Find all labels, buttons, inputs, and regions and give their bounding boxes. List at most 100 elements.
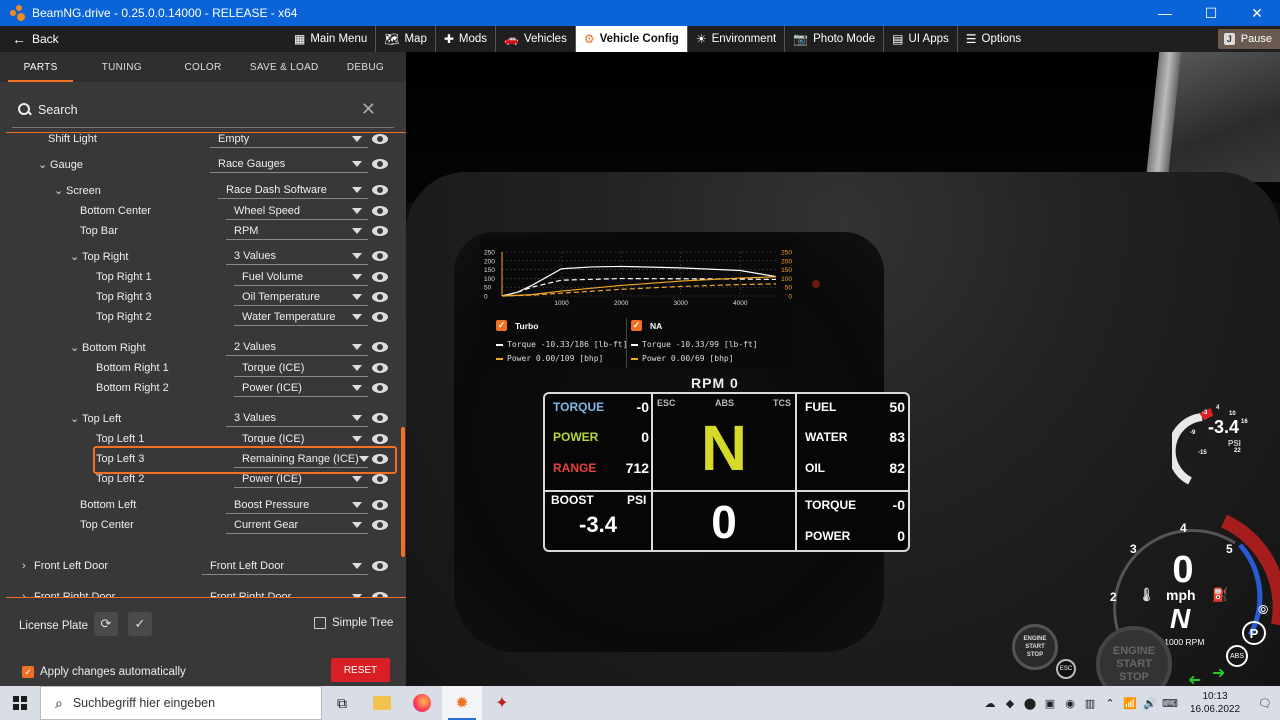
simple-tree-toggle[interactable]: Simple Tree bbox=[314, 617, 393, 629]
part-select[interactable]: Power (ICE) bbox=[234, 470, 368, 488]
part-select[interactable]: Oil Temperature bbox=[234, 288, 368, 306]
turbo-checkbox[interactable]: ✓ bbox=[496, 320, 507, 331]
chevron-down-icon[interactable]: ⌄ bbox=[54, 184, 66, 197]
nav-map[interactable]: 🗺 Map bbox=[376, 26, 436, 52]
notifications-icon[interactable]: 🗨 bbox=[1250, 686, 1280, 720]
confirm-plate-button[interactable]: ✓ bbox=[128, 612, 152, 636]
visibility-eye-icon[interactable] bbox=[372, 272, 388, 282]
tree-row[interactable]: ⌄ Top Left 3 Values bbox=[6, 408, 396, 428]
apply-auto-toggle[interactable]: ✓ Apply changes automatically bbox=[22, 666, 186, 678]
visibility-eye-icon[interactable] bbox=[372, 561, 388, 571]
visibility-eye-icon[interactable] bbox=[372, 363, 388, 373]
back-button[interactable]: ← Back bbox=[12, 31, 59, 47]
chevron-down-icon[interactable]: ⌄ bbox=[70, 412, 82, 425]
nav-vehicles[interactable]: 🚗 Vehicles bbox=[496, 26, 576, 52]
nav-environment[interactable]: ☀ Environment bbox=[688, 26, 786, 52]
tree-row[interactable]: Top Right 2 Water Temperature bbox=[6, 307, 396, 327]
na-checkbox[interactable]: ✓ bbox=[631, 320, 642, 331]
part-select[interactable]: Power (ICE) bbox=[234, 379, 368, 397]
tree-row[interactable]: Top Right 3 Oil Temperature bbox=[6, 287, 396, 307]
tab-tuning[interactable]: TUNING bbox=[81, 52, 162, 82]
tree-row[interactable]: Bottom Center Wheel Speed bbox=[6, 201, 396, 221]
taskbar-search-input[interactable] bbox=[72, 696, 293, 710]
search-input[interactable] bbox=[38, 102, 361, 117]
show-hidden-icons[interactable]: ⌃ bbox=[1100, 686, 1120, 720]
taskbar-clock[interactable]: 10:13 16.06.2022 bbox=[1180, 690, 1250, 716]
visibility-eye-icon[interactable] bbox=[372, 520, 388, 530]
weather-tray-icon[interactable]: ☁ bbox=[980, 686, 1000, 720]
nvidia-tray-icon[interactable]: ▣ bbox=[1040, 686, 1060, 720]
visibility-eye-icon[interactable] bbox=[372, 413, 388, 423]
part-select[interactable]: Front Right Door bbox=[202, 588, 368, 597]
tree-row[interactable]: Top Left 3 Remaining Range (ICE) bbox=[6, 446, 397, 474]
visibility-eye-icon[interactable] bbox=[372, 342, 388, 352]
visibility-eye-icon[interactable] bbox=[372, 134, 388, 144]
apply-auto-checkbox[interactable]: ✓ bbox=[22, 666, 34, 678]
part-select[interactable]: RPM bbox=[226, 222, 368, 240]
part-select[interactable]: 3 Values bbox=[226, 247, 368, 265]
visibility-eye-icon[interactable] bbox=[372, 206, 388, 216]
part-select[interactable]: Remaining Range (ICE) bbox=[234, 450, 369, 468]
nav-options[interactable]: ☰ Options bbox=[958, 26, 1029, 52]
network-icon[interactable]: 📶 bbox=[1120, 686, 1140, 720]
torque-curve-app[interactable]: 250 200 150 100 50 0 250 200 150 100 50 0 1000 2000 30… bbox=[480, 238, 798, 368]
app-tray-icon[interactable]: ⬤ bbox=[1020, 686, 1040, 720]
visibility-eye-icon[interactable] bbox=[372, 500, 388, 510]
visibility-eye-icon[interactable] bbox=[372, 474, 388, 484]
refresh-plate-button[interactable]: ⟳ bbox=[94, 612, 118, 636]
visibility-eye-icon[interactable] bbox=[372, 185, 388, 195]
game-app-button[interactable]: ✦ bbox=[482, 686, 522, 720]
nav-mods[interactable]: ✚ Mods bbox=[436, 26, 497, 52]
nav-main-menu[interactable]: ▦ Main Menu bbox=[286, 26, 377, 52]
tree-row[interactable]: Bottom Right 1 Torque (ICE) bbox=[6, 358, 396, 378]
nav-photo-mode[interactable]: 📷 Photo Mode bbox=[785, 26, 885, 52]
nav-vehicle-config[interactable]: ⚙ Vehicle Config bbox=[575, 26, 688, 52]
maximize-button[interactable]: ☐ bbox=[1188, 0, 1234, 26]
visibility-eye-icon[interactable] bbox=[372, 454, 388, 464]
part-select[interactable]: Race Gauges bbox=[210, 155, 368, 173]
tree-row[interactable]: › Front Left Door Front Left Door bbox=[6, 556, 396, 576]
steam-tray-icon[interactable]: ◉ bbox=[1060, 686, 1080, 720]
firefox-button[interactable] bbox=[402, 686, 442, 720]
chevron-right-icon[interactable]: › bbox=[22, 591, 34, 597]
visibility-eye-icon[interactable] bbox=[372, 592, 388, 597]
visibility-eye-icon[interactable] bbox=[372, 434, 388, 444]
tree-row[interactable]: Top Bar RPM bbox=[6, 221, 396, 241]
tree-row[interactable]: ⌄ Bottom Right 2 Values bbox=[6, 337, 396, 357]
tree-row[interactable]: Shift Light Empty bbox=[6, 133, 396, 149]
tree-row[interactable]: Top Center Current Gear bbox=[6, 515, 396, 535]
tree-row[interactable]: ⌄ Screen Race Dash Software bbox=[6, 180, 396, 200]
part-select[interactable]: Front Left Door bbox=[202, 557, 368, 575]
part-select[interactable]: Fuel Volume bbox=[234, 268, 368, 286]
minimize-button[interactable]: — bbox=[1142, 0, 1188, 26]
part-select[interactable]: Race Dash Software bbox=[218, 181, 368, 199]
pause-button[interactable]: J Pause bbox=[1217, 29, 1280, 49]
part-select[interactable]: Wheel Speed bbox=[226, 202, 368, 220]
maps-tray-icon[interactable]: ◆ bbox=[1000, 686, 1020, 720]
tray-icon[interactable]: ▥ bbox=[1080, 686, 1100, 720]
visibility-eye-icon[interactable] bbox=[372, 251, 388, 261]
reset-button[interactable]: RESET bbox=[331, 658, 390, 682]
chevron-down-icon[interactable]: ⌄ bbox=[38, 158, 50, 171]
visibility-eye-icon[interactable] bbox=[372, 159, 388, 169]
visibility-eye-icon[interactable] bbox=[372, 226, 388, 236]
engine-start-button-small[interactable]: ENGINE START STOP bbox=[1012, 624, 1058, 670]
chevron-right-icon[interactable]: › bbox=[22, 560, 34, 572]
tree-row[interactable]: › Front Right Door Front Right Door bbox=[6, 587, 396, 597]
part-select[interactable]: Boost Pressure bbox=[226, 496, 368, 514]
simple-tree-checkbox[interactable] bbox=[314, 617, 326, 629]
part-select[interactable]: Current Gear bbox=[226, 516, 368, 534]
visibility-eye-icon[interactable] bbox=[372, 292, 388, 302]
task-view-button[interactable]: ⧉ bbox=[322, 686, 362, 720]
chevron-down-icon[interactable]: ⌄ bbox=[70, 341, 82, 354]
esc-button[interactable]: ESC bbox=[1056, 659, 1076, 679]
tree-row[interactable]: Top Left 2 Power (ICE) bbox=[6, 469, 396, 489]
start-button[interactable] bbox=[0, 686, 40, 720]
tree-row[interactable]: Bottom Right 2 Power (ICE) bbox=[6, 378, 396, 398]
tree-row[interactable]: ⌄ Gauge Race Gauges bbox=[6, 154, 396, 174]
visibility-eye-icon[interactable] bbox=[372, 383, 388, 393]
clear-search-icon[interactable]: ✕ bbox=[361, 99, 376, 120]
tab-debug[interactable]: DEBUG bbox=[325, 52, 406, 82]
close-window-button[interactable]: ✕ bbox=[1234, 0, 1280, 26]
beamng-taskbar-button[interactable]: ✹ bbox=[442, 686, 482, 720]
